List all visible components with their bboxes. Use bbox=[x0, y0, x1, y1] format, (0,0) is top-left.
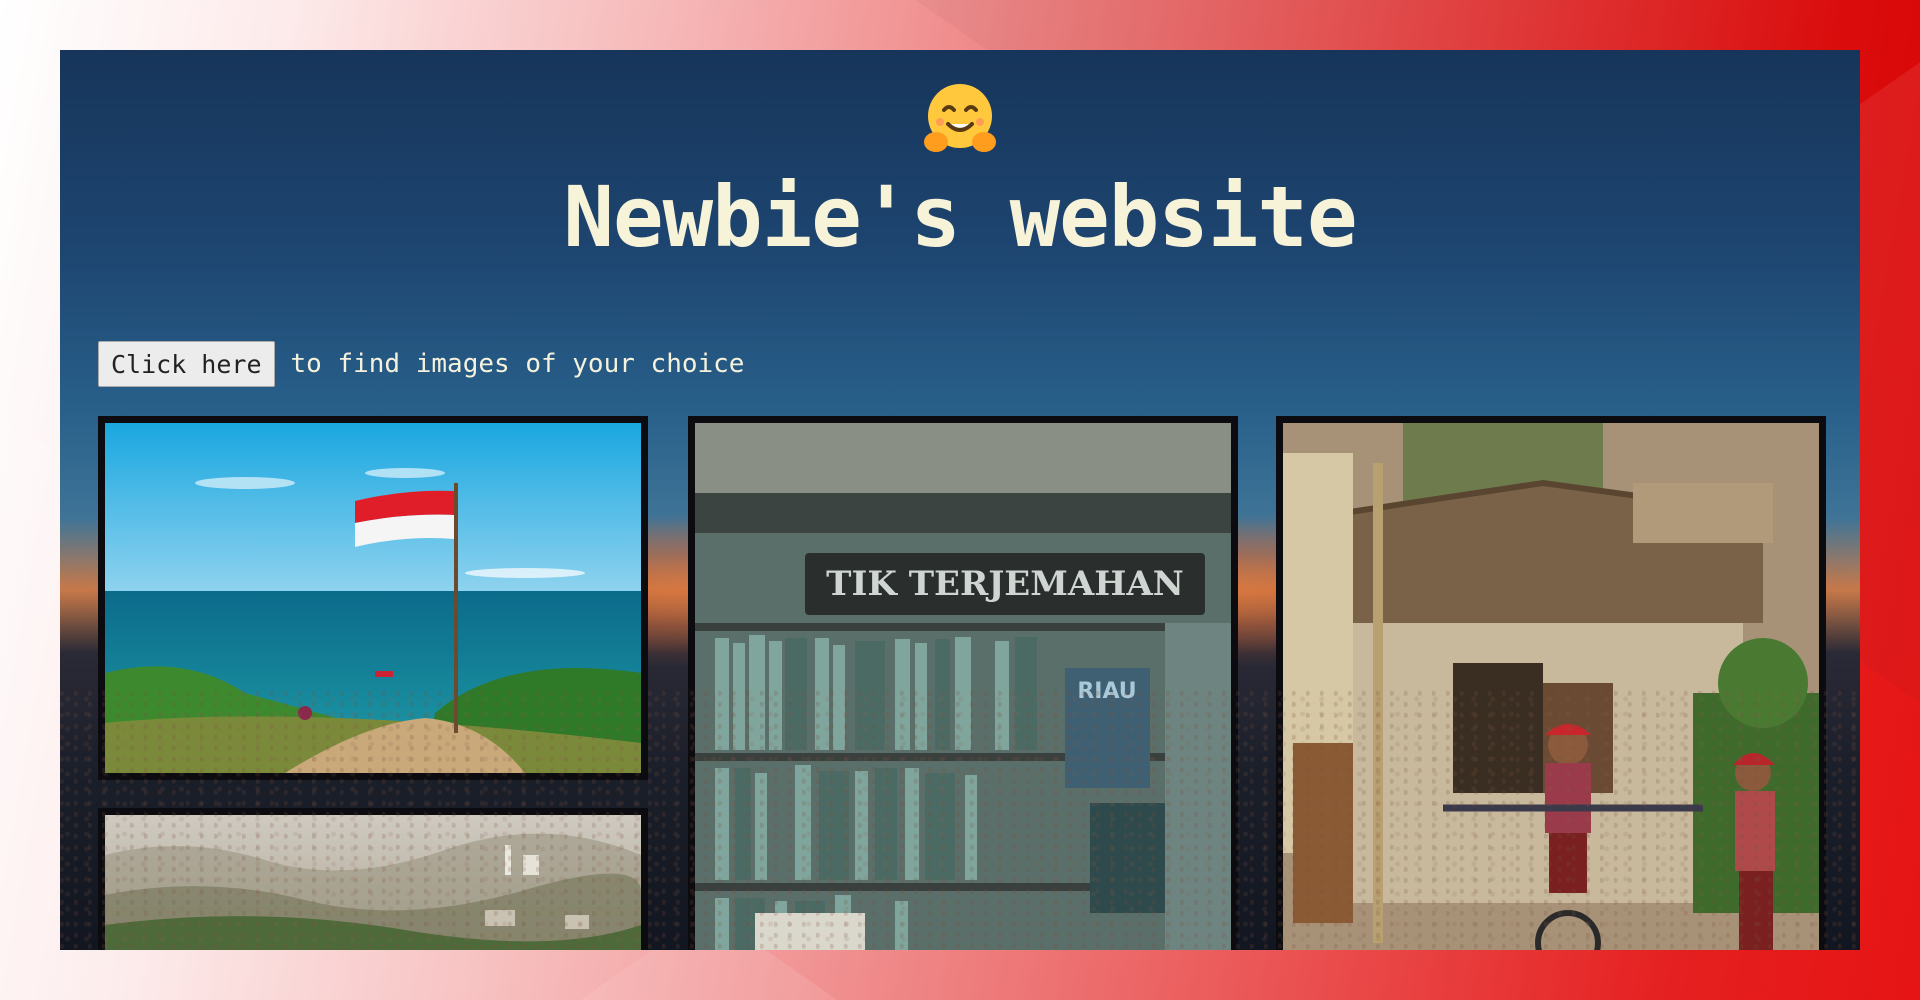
hugging-face-emoji-icon bbox=[924, 84, 996, 152]
city-photo bbox=[105, 815, 641, 950]
find-images-button[interactable]: Click here bbox=[98, 341, 275, 387]
intro-row: Click here to find images of your choice bbox=[98, 341, 745, 387]
intro-text: to find images of your choice bbox=[290, 349, 745, 379]
boy-bicycle-photo bbox=[1283, 423, 1819, 950]
book-title-text: RIAU bbox=[1077, 679, 1136, 704]
page-title: Newbie's website bbox=[563, 168, 1357, 266]
bookshop-photo: TIK TERJEMAHAN RIAU bbox=[695, 423, 1231, 950]
browser-window: Newbie's website Click here to find imag… bbox=[60, 50, 1860, 950]
gallery-image-bookshop[interactable]: TIK TERJEMAHAN RIAU bbox=[688, 416, 1238, 950]
shop-sign-text: TIK TERJEMAHAN bbox=[826, 564, 1184, 604]
gallery-image-boy-bicycle[interactable] bbox=[1276, 416, 1826, 950]
gallery-image-flag[interactable] bbox=[98, 416, 648, 780]
flag-photo bbox=[105, 423, 641, 773]
gallery-image-city[interactable] bbox=[98, 808, 648, 950]
